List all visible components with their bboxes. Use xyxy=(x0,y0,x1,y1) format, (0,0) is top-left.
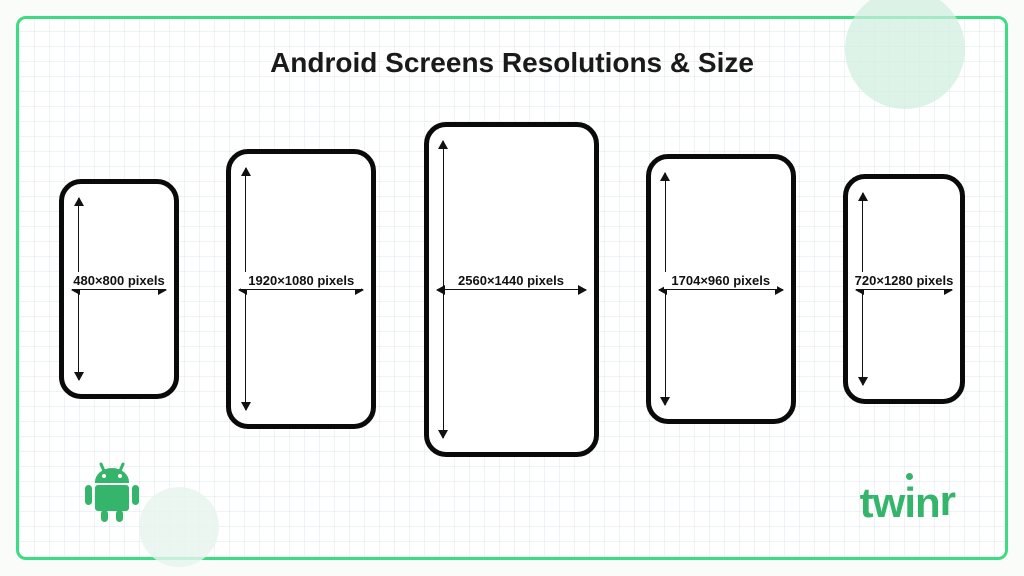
resolution-text: 1920×1080 pixels xyxy=(244,273,358,288)
resolution-text: 2560×1440 pixels xyxy=(454,273,568,288)
resolution-text: 1704×960 pixels xyxy=(667,273,774,288)
resolution-label: 1920×1080 pixels xyxy=(241,272,361,289)
phone-outline: 480×800 pixels xyxy=(59,179,179,399)
phone-outline: 2560×1440 pixels xyxy=(424,122,599,457)
phone-outline: 1704×960 pixels xyxy=(646,154,796,424)
twinr-logo: twinr xyxy=(860,479,955,527)
resolution-label: 480×800 pixels xyxy=(66,272,171,289)
resolution-label: 720×1280 pixels xyxy=(848,272,961,289)
resolution-text: 480×800 pixels xyxy=(69,273,168,288)
decorative-circle-bottom xyxy=(139,487,219,567)
horizontal-arrow-icon xyxy=(72,289,166,290)
diagram-frame: Android Screens Resolutions & Size 480×8… xyxy=(16,16,1008,560)
phone-outline: 720×1280 pixels xyxy=(843,174,965,404)
phone-outline: 1920×1080 pixels xyxy=(226,149,376,429)
horizontal-arrow-icon xyxy=(659,289,783,290)
horizontal-arrow-icon xyxy=(239,289,363,290)
resolution-text: 720×1280 pixels xyxy=(851,273,958,288)
phones-row: 480×800 pixels 1920×1080 pixels 2560×1440 … xyxy=(59,119,965,459)
page-title: Android Screens Resolutions & Size xyxy=(19,47,1005,79)
horizontal-arrow-icon xyxy=(437,289,586,290)
resolution-label: 1704×960 pixels xyxy=(664,272,777,289)
horizontal-arrow-icon xyxy=(856,289,952,290)
android-icon xyxy=(77,462,147,527)
resolution-label: 2560×1440 pixels xyxy=(451,272,571,289)
